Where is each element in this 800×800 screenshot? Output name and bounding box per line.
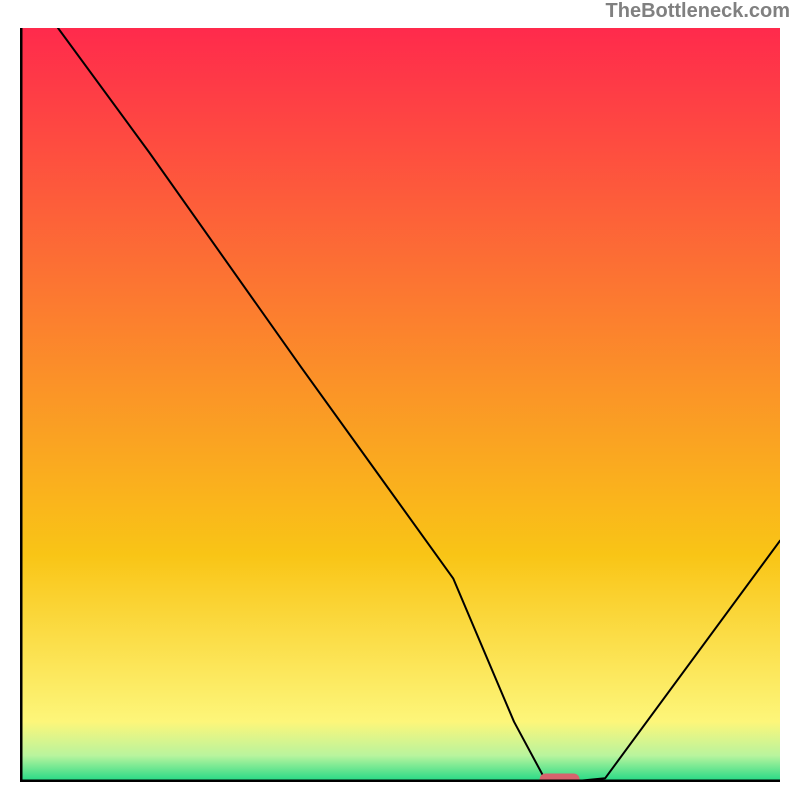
- plot-area: [20, 28, 780, 782]
- watermark-text: TheBottleneck.com: [606, 0, 790, 23]
- chart-frame: TheBottleneck.com: [0, 0, 800, 800]
- bottleneck-chart: [20, 28, 780, 782]
